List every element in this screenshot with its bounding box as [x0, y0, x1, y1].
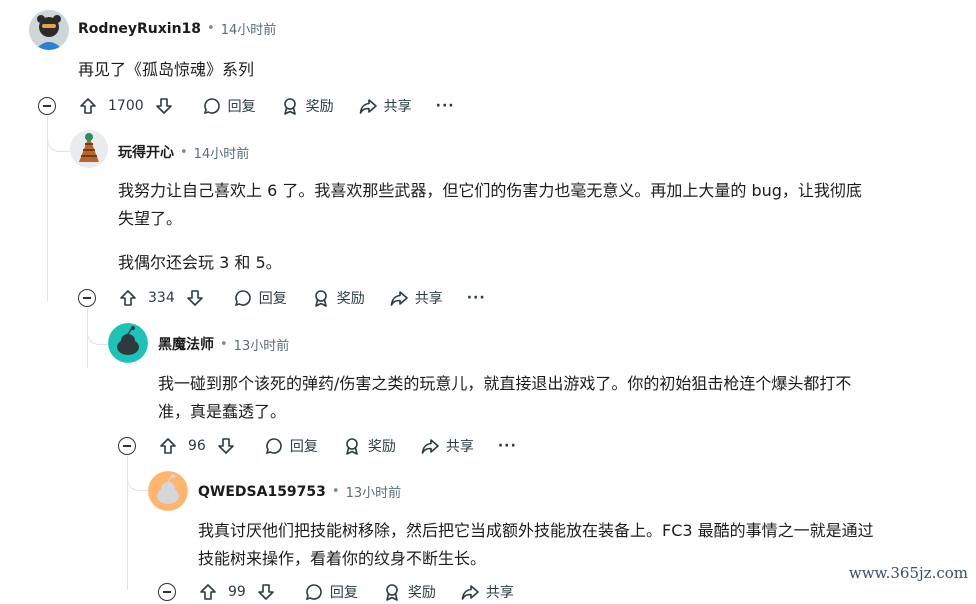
- share-label: 共享: [414, 291, 443, 307]
- downvote-icon[interactable]: [154, 96, 174, 116]
- more-icon: ···: [497, 438, 517, 454]
- comment-text: 失望了。: [118, 209, 183, 228]
- reply-label: 回复: [258, 291, 287, 307]
- share-button[interactable]: 共享: [358, 96, 412, 116]
- comment-text: 准，真是蠢透了。: [158, 402, 287, 421]
- comment-text: 我真讨厌他们把技能树移除，然后把它当成额外技能放在装备上。FC3 最酷的事情之一…: [198, 521, 874, 540]
- reply-button[interactable]: 回复: [233, 288, 287, 308]
- upvote-icon[interactable]: [118, 288, 138, 308]
- action-bar: 1700 回复 奖励 共享 ···: [78, 94, 479, 118]
- share-label: 共享: [383, 99, 412, 115]
- collapse-thread-button[interactable]: [118, 437, 136, 455]
- award-button[interactable]: 奖励: [280, 96, 334, 116]
- share-icon: [358, 96, 378, 116]
- more-icon: ···: [466, 290, 486, 306]
- share-button[interactable]: 共享: [420, 436, 474, 456]
- comment-bubble-icon: [264, 436, 284, 456]
- reply-button[interactable]: 回复: [304, 582, 358, 602]
- share-button[interactable]: 共享: [389, 288, 443, 308]
- comment-text: 我一碰到那个该死的弹药/伤害之类的玩意儿，就直接退出游戏了。你的初始狙击枪连个爆…: [158, 374, 852, 393]
- downvote-icon[interactable]: [216, 436, 236, 456]
- separator-dot: •: [207, 21, 215, 36]
- more-options-button[interactable]: ···: [467, 290, 486, 306]
- downvote-icon[interactable]: [256, 582, 276, 602]
- avatar[interactable]: [148, 471, 188, 511]
- award-label: 奖励: [407, 585, 436, 601]
- share-icon: [460, 582, 480, 602]
- downvote-icon[interactable]: [185, 288, 205, 308]
- separator-dot: •: [180, 144, 188, 160]
- comment-text: 我偶尔还会玩 3 和 5。: [118, 253, 282, 272]
- award-icon: [342, 436, 362, 456]
- share-label: 共享: [445, 439, 474, 455]
- reply-label: 回复: [329, 585, 358, 601]
- username[interactable]: 黑魔法师: [158, 334, 214, 354]
- timestamp[interactable]: 13小时前: [234, 335, 290, 354]
- username[interactable]: RodneyRuxin18: [78, 21, 201, 37]
- reply-label: 回复: [289, 439, 318, 455]
- vote-count: 96: [188, 438, 206, 454]
- upvote-icon[interactable]: [198, 582, 218, 602]
- vote-count: 334: [148, 290, 175, 306]
- vote-count: 99: [228, 584, 246, 600]
- avatar[interactable]: [108, 323, 148, 363]
- comment-text: 技能树来操作，看着你的纹身不断生长。: [198, 549, 487, 568]
- comment-text: 我努力让自己喜欢上 6 了。我喜欢那些武器，但它们的伤害力也毫无意义。再加上大量…: [118, 181, 862, 200]
- vote-count: 1700: [108, 98, 144, 114]
- comment-text: 再见了《孤岛惊魂》系列: [78, 60, 255, 79]
- share-button[interactable]: 共享: [460, 582, 514, 602]
- comment-bubble-icon: [233, 288, 253, 308]
- action-bar: 96 回复 奖励 共享 ···: [158, 434, 541, 458]
- award-button[interactable]: 奖励: [382, 582, 436, 602]
- share-icon: [420, 436, 440, 456]
- avatar[interactable]: [70, 130, 108, 168]
- award-button[interactable]: 奖励: [311, 288, 365, 308]
- reply-label: 回复: [227, 99, 256, 115]
- action-bar: 99 回复 奖励 共享: [198, 580, 538, 604]
- award-label: 奖励: [305, 99, 334, 115]
- share-icon: [389, 288, 409, 308]
- more-icon: ···: [435, 98, 455, 114]
- collapse-thread-button[interactable]: [78, 289, 96, 307]
- comment-bubble-icon: [202, 96, 222, 116]
- timestamp[interactable]: 13小时前: [346, 482, 402, 501]
- award-icon: [280, 96, 300, 116]
- reply-button[interactable]: 回复: [202, 96, 256, 116]
- share-label: 共享: [485, 585, 514, 601]
- timestamp[interactable]: 14小时前: [221, 19, 277, 38]
- action-bar: 334 回复 奖励 共享 ···: [118, 286, 510, 310]
- timestamp[interactable]: 14小时前: [194, 143, 250, 162]
- more-options-button[interactable]: ···: [436, 98, 455, 114]
- upvote-icon[interactable]: [78, 96, 98, 116]
- upvote-icon[interactable]: [158, 436, 178, 456]
- award-label: 奖励: [336, 291, 365, 307]
- award-button[interactable]: 奖励: [342, 436, 396, 456]
- username[interactable]: 玩得开心: [118, 142, 174, 162]
- separator-dot: •: [331, 484, 340, 499]
- collapse-thread-button[interactable]: [158, 583, 176, 601]
- separator-dot: •: [220, 336, 228, 352]
- award-icon: [382, 582, 402, 602]
- reply-button[interactable]: 回复: [264, 436, 318, 456]
- more-options-button[interactable]: ···: [498, 438, 517, 454]
- watermark: www.365jz.com: [848, 564, 968, 582]
- username[interactable]: QWEDSA159753: [198, 484, 326, 500]
- award-label: 奖励: [367, 439, 396, 455]
- collapse-thread-button[interactable]: [38, 97, 56, 115]
- comment-bubble-icon: [304, 582, 324, 602]
- award-icon: [311, 288, 331, 308]
- avatar[interactable]: [29, 10, 69, 50]
